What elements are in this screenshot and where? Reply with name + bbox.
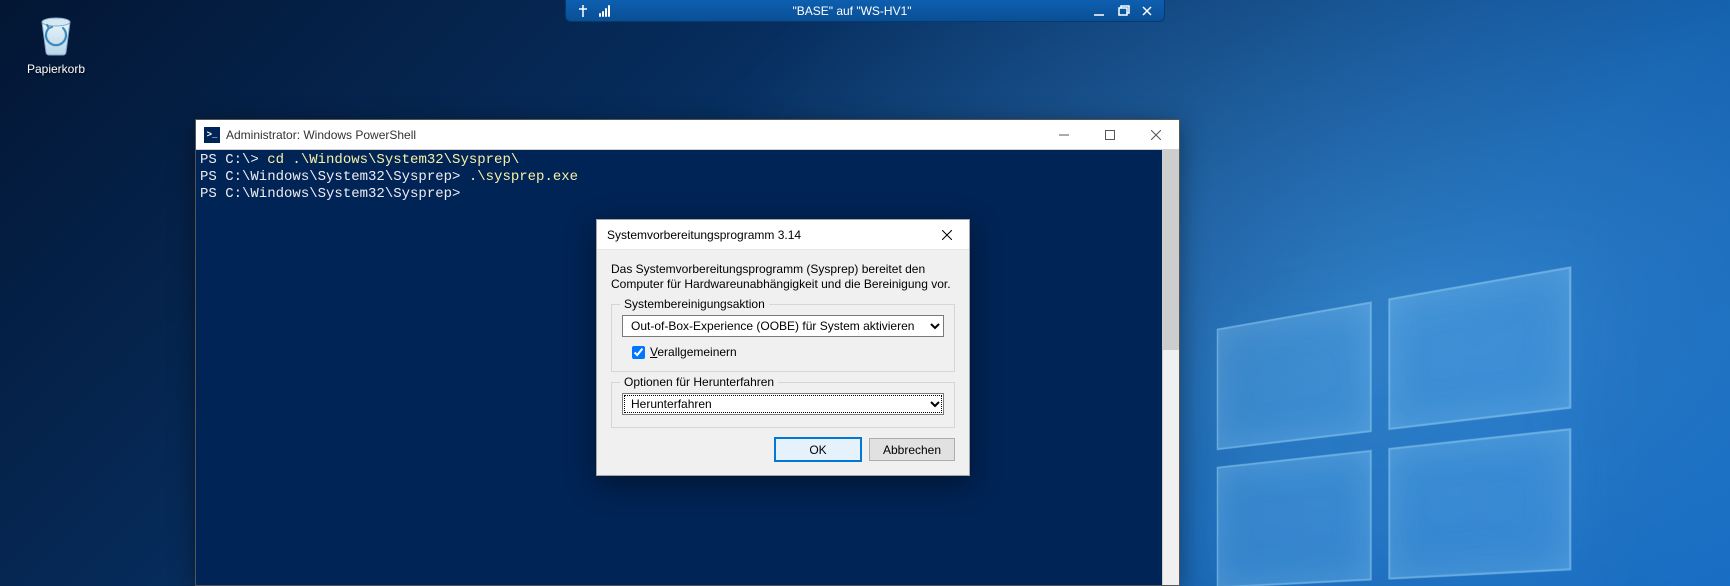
ps-cmd: cd .\Windows\System32\Sysprep\	[267, 152, 519, 168]
pin-icon[interactable]	[576, 4, 590, 18]
maximize-button[interactable]	[1087, 120, 1133, 150]
group-cleanup-action: Systembereinigungsaktion Out-of-Box-Expe…	[611, 304, 955, 372]
group-legend: Optionen für Herunterfahren	[620, 375, 778, 389]
recycle-bin-icon	[32, 10, 80, 58]
restore-icon[interactable]	[1116, 4, 1130, 18]
hyperv-title: "BASE" auf "WS-HV1"	[622, 4, 1082, 18]
scrollbar[interactable]	[1162, 150, 1179, 585]
ps-prompt: PS C:\>	[200, 152, 267, 168]
ps-cmd: .\sysprep.exe	[469, 169, 578, 185]
signal-icon	[598, 4, 612, 18]
ok-button[interactable]: OK	[775, 438, 861, 461]
cancel-button[interactable]: Abbrechen	[869, 438, 955, 461]
dialog-close-button[interactable]	[925, 220, 969, 250]
minimize-icon[interactable]	[1092, 4, 1106, 18]
powershell-title: Administrator: Windows PowerShell	[226, 128, 1041, 142]
minimize-button[interactable]	[1041, 120, 1087, 150]
ps-prompt: PS C:\Windows\System32\Sysprep>	[200, 169, 469, 185]
hyperv-connection-bar: "BASE" auf "WS-HV1"	[565, 0, 1165, 22]
close-button[interactable]	[1133, 120, 1179, 150]
desktop-icon-label: Papierkorb	[16, 62, 96, 76]
dialog-description: Das Systemvorbereitungsprogramm (Sysprep…	[611, 262, 955, 292]
sysprep-dialog: Systemvorbereitungsprogramm 3.14 Das Sys…	[596, 219, 970, 476]
powershell-titlebar[interactable]: >_ Administrator: Windows PowerShell	[196, 120, 1179, 150]
dialog-title: Systemvorbereitungsprogramm 3.14	[607, 228, 925, 242]
group-legend: Systembereinigungsaktion	[620, 297, 769, 311]
shutdown-option-select[interactable]: Herunterfahren	[622, 393, 944, 415]
ps-prompt: PS C:\Windows\System32\Sysprep>	[200, 186, 469, 202]
powershell-icon: >_	[204, 127, 220, 143]
cleanup-action-select[interactable]: Out-of-Box-Experience (OOBE) für System …	[622, 315, 944, 337]
scrollbar-thumb[interactable]	[1163, 150, 1179, 350]
dialog-titlebar[interactable]: Systemvorbereitungsprogramm 3.14	[597, 220, 969, 250]
group-shutdown-options: Optionen für Herunterfahren Herunterfahr…	[611, 382, 955, 428]
desktop-icon-recycle-bin[interactable]: Papierkorb	[16, 10, 96, 76]
generalize-checkbox[interactable]	[632, 346, 645, 359]
close-icon[interactable]	[1140, 4, 1154, 18]
generalize-label[interactable]: Verallgemeinern	[650, 345, 737, 359]
